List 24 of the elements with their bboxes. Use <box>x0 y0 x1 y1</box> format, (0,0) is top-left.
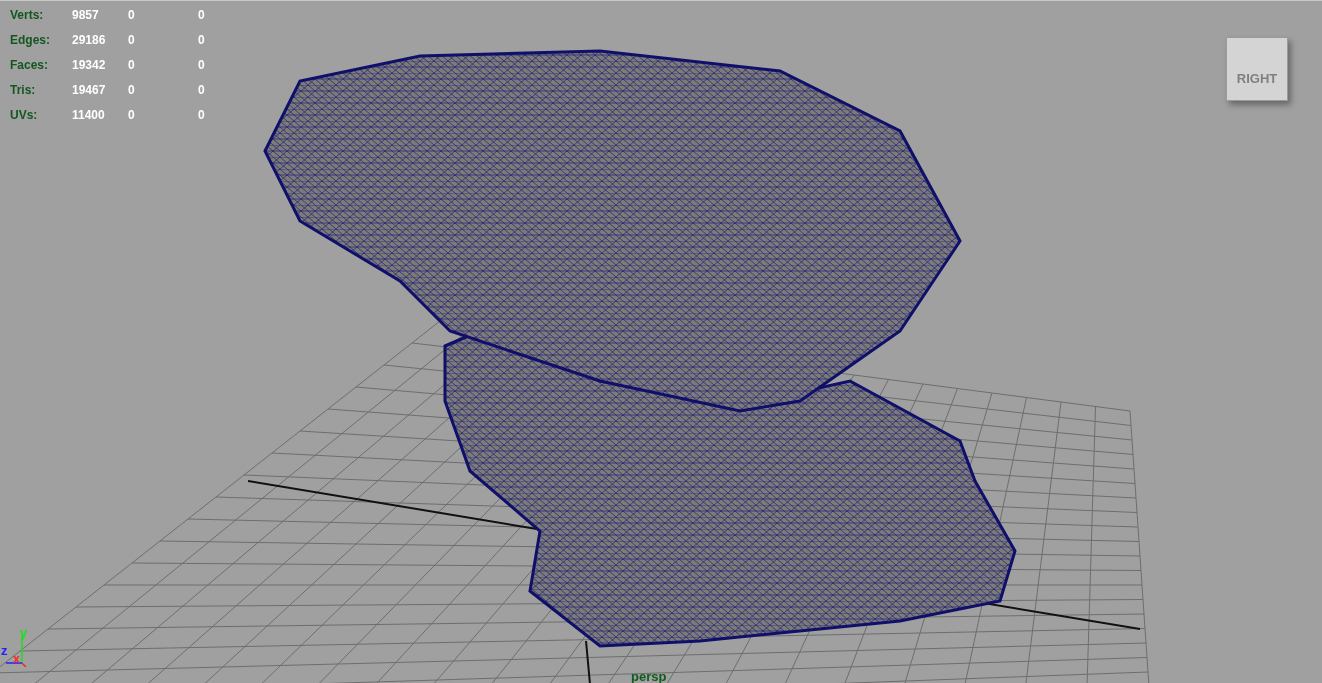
stat-value: 19342 <box>72 57 107 74</box>
view-cube[interactable]: RIGHT <box>1226 37 1288 101</box>
camera-label: persp <box>631 668 667 683</box>
stat-value: 0 <box>128 57 136 74</box>
stat-value: 0 <box>198 57 206 74</box>
stat-value: 29186 <box>72 32 107 49</box>
stat-value: 0 <box>198 32 206 49</box>
axis-label: y <box>20 624 28 642</box>
stat-value: 11400 <box>72 107 106 124</box>
stat-value: 0 <box>198 82 206 99</box>
stat-value: 0 <box>128 7 136 24</box>
stat-value: 0 <box>128 107 136 124</box>
stat-value: 19467 <box>72 82 107 99</box>
stat-value: 0 <box>128 32 136 49</box>
stat-value: 0 <box>128 82 136 99</box>
stat-value: 0 <box>198 107 206 124</box>
stat-label: Faces: <box>10 57 50 74</box>
stat-label: Verts: <box>10 7 45 24</box>
stat-label: Edges: <box>10 32 51 49</box>
stat-value: 9857 <box>72 7 100 24</box>
stat-value: 0 <box>198 7 206 24</box>
stat-label: UVs: <box>10 107 39 124</box>
axis-label: z <box>1 642 8 660</box>
stat-label: Tris: <box>10 82 37 99</box>
